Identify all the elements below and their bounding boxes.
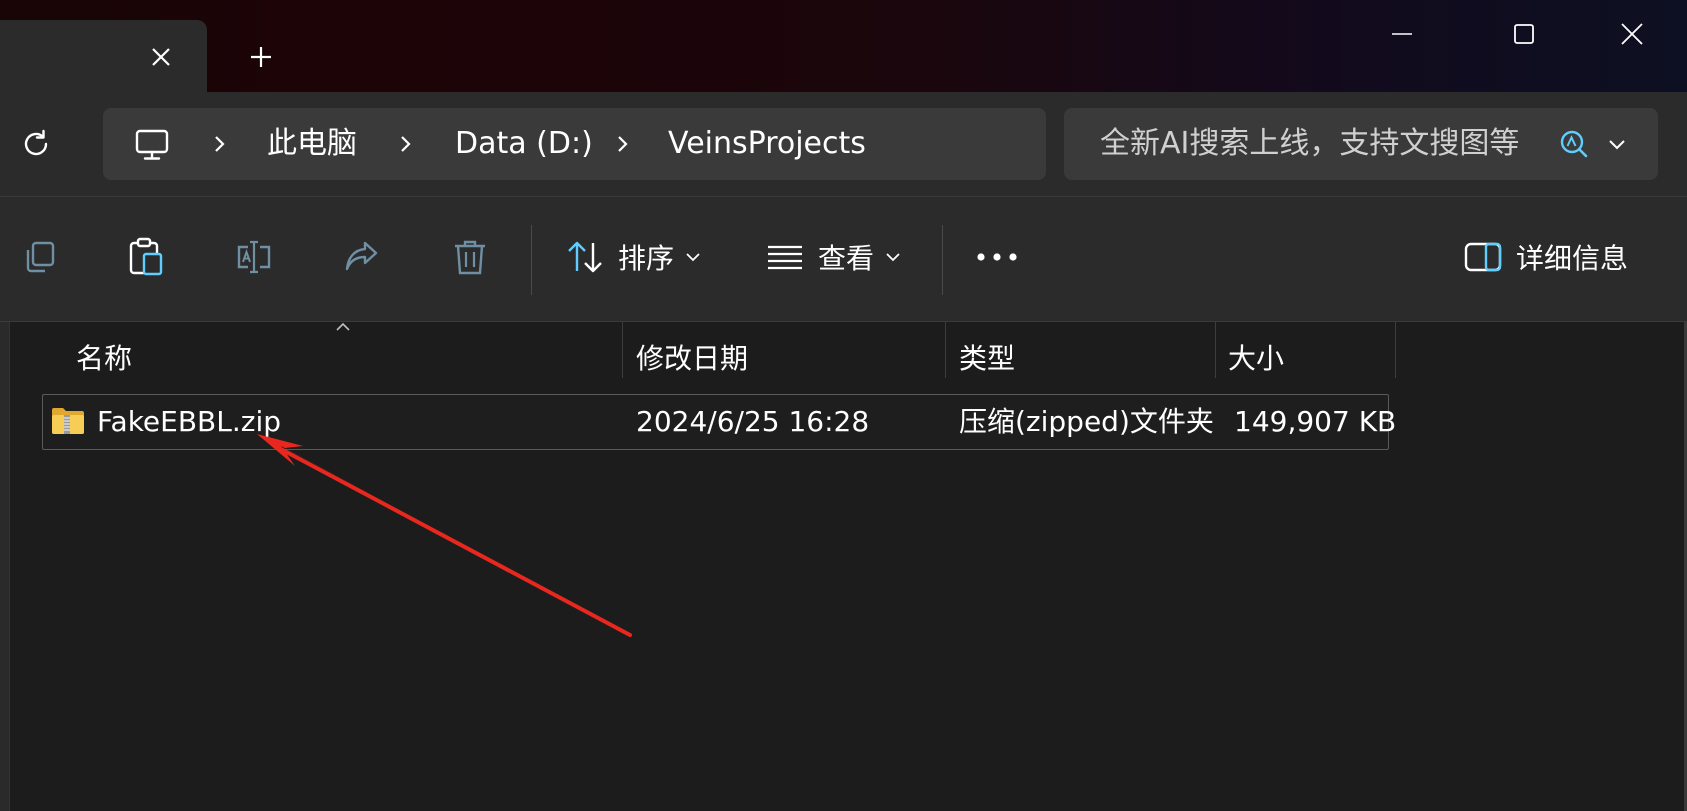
breadcrumb-data-drive[interactable]: Data (D:) [455, 122, 593, 166]
share-icon[interactable] [341, 237, 381, 277]
column-divider[interactable] [1215, 322, 1216, 378]
view-button[interactable]: 查看 [766, 227, 902, 287]
tab-close-icon[interactable] [146, 42, 176, 72]
column-header-modified[interactable]: 修改日期 [636, 336, 748, 382]
file-name: FakeEBBL.zip [97, 405, 281, 438]
this-pc-icon[interactable] [133, 126, 171, 164]
sort-label: 排序 [618, 242, 675, 275]
navigation-pane-edge [0, 322, 10, 811]
chevron-down-icon [684, 248, 702, 266]
navigation-bar: 此电脑 Data (D:) VeinsProjects 全新AI搜索上线，支持文… [0, 92, 1687, 197]
address-bar[interactable]: 此电脑 Data (D:) VeinsProjects [103, 108, 1046, 180]
column-divider[interactable] [945, 322, 946, 378]
file-list: 名称 修改日期 类型 大小 FakeEBBL.zip 2024/6/25 16:… [0, 322, 1687, 811]
breadcrumb-this-pc[interactable]: 此电脑 [267, 122, 357, 166]
search-input[interactable]: 全新AI搜索上线，支持文搜图等 [1100, 122, 1540, 166]
paste-icon[interactable] [126, 237, 166, 277]
sort-icon [566, 238, 604, 276]
command-bar: 排序 查看 详细信息 [0, 197, 1687, 322]
toolbar-divider [531, 225, 532, 295]
file-size: 149,907 KB [1234, 405, 1397, 438]
breadcrumb-chevron-icon[interactable] [393, 132, 417, 156]
chevron-down-icon [884, 248, 902, 266]
view-label: 查看 [818, 242, 875, 275]
view-list-icon [766, 238, 804, 276]
breadcrumb-veinsprojects[interactable]: VeinsProjects [668, 122, 866, 166]
more-icon [975, 247, 1019, 267]
delete-icon[interactable] [450, 237, 490, 277]
window-close-icon[interactable] [1604, 14, 1660, 54]
minimize-icon[interactable] [1374, 14, 1430, 54]
refresh-icon[interactable] [18, 126, 54, 162]
copy-icon[interactable] [20, 237, 60, 277]
sort-ascending-icon [335, 322, 351, 332]
more-options-button[interactable] [975, 227, 1019, 287]
column-header-name[interactable]: 名称 [76, 336, 132, 382]
details-pane-icon [1464, 238, 1502, 276]
chevron-down-icon[interactable] [1605, 132, 1629, 156]
new-tab-plus-icon[interactable] [246, 42, 276, 72]
column-divider[interactable] [622, 322, 623, 378]
column-header-size[interactable]: 大小 [1228, 336, 1284, 382]
file-row[interactable]: FakeEBBL.zip 2024/6/25 16:28 压缩(zipped)文… [42, 394, 1396, 450]
breadcrumb-chevron-icon[interactable] [610, 132, 634, 156]
details-pane-button[interactable]: 详细信息 [1464, 227, 1628, 287]
breadcrumb-chevron-icon[interactable] [207, 132, 231, 156]
file-modified: 2024/6/25 16:28 [636, 405, 870, 438]
sort-button[interactable]: 排序 [566, 227, 702, 287]
column-divider[interactable] [1395, 322, 1396, 378]
file-type: 压缩(zipped)文件夹 [959, 405, 1214, 438]
rename-icon[interactable] [234, 237, 274, 277]
title-bar [0, 0, 1687, 92]
zip-folder-icon [51, 405, 85, 437]
toolbar-divider [942, 225, 943, 295]
maximize-icon[interactable] [1496, 14, 1552, 54]
column-header-type[interactable]: 类型 [959, 336, 1015, 382]
ai-search-icon[interactable] [1558, 128, 1590, 160]
details-label: 详细信息 [1516, 242, 1629, 275]
search-box[interactable]: 全新AI搜索上线，支持文搜图等 [1064, 108, 1658, 180]
